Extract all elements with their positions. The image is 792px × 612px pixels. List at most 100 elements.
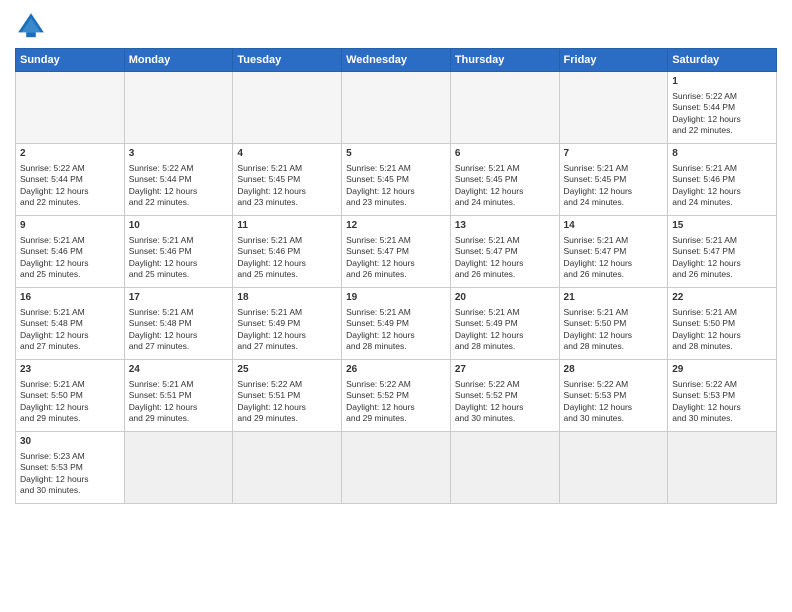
calendar-cell (342, 72, 451, 144)
day-info: Sunrise: 5:21 AM Sunset: 5:49 PM Dayligh… (346, 307, 446, 353)
logo-icon (15, 10, 47, 42)
day-number: 26 (346, 363, 446, 377)
day-number: 15 (672, 219, 772, 233)
calendar-cell: 15 Sunrise: 5:21 AM Sunset: 5:47 PM Dayli… (668, 216, 777, 288)
calendar-cell: 24 Sunrise: 5:21 AM Sunset: 5:51 PM Dayli… (124, 360, 233, 432)
calendar-cell: 17 Sunrise: 5:21 AM Sunset: 5:48 PM Dayli… (124, 288, 233, 360)
day-info: Sunrise: 5:21 AM Sunset: 5:50 PM Dayligh… (20, 379, 120, 425)
day-info: Sunrise: 5:21 AM Sunset: 5:46 PM Dayligh… (672, 163, 772, 209)
calendar-week-2: 2 Sunrise: 5:22 AM Sunset: 5:44 PM Daylig… (16, 144, 777, 216)
calendar-cell (450, 72, 559, 144)
calendar-cell (559, 432, 668, 504)
day-info: Sunrise: 5:21 AM Sunset: 5:45 PM Dayligh… (346, 163, 446, 209)
weekday-header-wednesday: Wednesday (342, 49, 451, 72)
page-header (15, 10, 777, 42)
day-info: Sunrise: 5:21 AM Sunset: 5:46 PM Dayligh… (129, 235, 229, 281)
day-info: Sunrise: 5:21 AM Sunset: 5:48 PM Dayligh… (129, 307, 229, 353)
day-info: Sunrise: 5:21 AM Sunset: 5:47 PM Dayligh… (346, 235, 446, 281)
weekday-header-sunday: Sunday (16, 49, 125, 72)
day-info: Sunrise: 5:21 AM Sunset: 5:49 PM Dayligh… (455, 307, 555, 353)
day-number: 2 (20, 147, 120, 161)
day-number: 12 (346, 219, 446, 233)
day-info: Sunrise: 5:22 AM Sunset: 5:44 PM Dayligh… (129, 163, 229, 209)
calendar-cell: 11Sunrise: 5:21 AM Sunset: 5:46 PM Dayli… (233, 216, 342, 288)
calendar-cell: 7 Sunrise: 5:21 AM Sunset: 5:45 PM Daylig… (559, 144, 668, 216)
calendar-table: SundayMondayTuesdayWednesdayThursdayFrid… (15, 48, 777, 504)
day-number: 28 (564, 363, 664, 377)
day-number: 29 (672, 363, 772, 377)
day-info: Sunrise: 5:21 AM Sunset: 5:47 PM Dayligh… (672, 235, 772, 281)
day-info: Sunrise: 5:21 AM Sunset: 5:46 PM Dayligh… (20, 235, 120, 281)
day-info: Sunrise: 5:22 AM Sunset: 5:53 PM Dayligh… (564, 379, 664, 425)
day-number: 27 (455, 363, 555, 377)
weekday-header-tuesday: Tuesday (233, 49, 342, 72)
calendar-cell: 8Sunrise: 5:21 AM Sunset: 5:46 PM Daylig… (668, 144, 777, 216)
weekday-header-saturday: Saturday (668, 49, 777, 72)
calendar-week-4: 16 Sunrise: 5:21 AM Sunset: 5:48 PM Dayli… (16, 288, 777, 360)
calendar-cell: 22Sunrise: 5:21 AM Sunset: 5:50 PM Dayli… (668, 288, 777, 360)
day-number: 14 (564, 219, 664, 233)
day-number: 5 (346, 147, 446, 161)
calendar-cell: 23Sunrise: 5:21 AM Sunset: 5:50 PM Dayli… (16, 360, 125, 432)
day-number: 30 (20, 435, 120, 449)
calendar-cell: 27 Sunrise: 5:22 AM Sunset: 5:52 PM Dayli… (450, 360, 559, 432)
day-number: 25 (237, 363, 337, 377)
calendar-cell (233, 72, 342, 144)
day-number: 10 (129, 219, 229, 233)
day-number: 4 (237, 147, 337, 161)
calendar-cell: 3 Sunrise: 5:22 AM Sunset: 5:44 PM Daylig… (124, 144, 233, 216)
calendar-cell (124, 72, 233, 144)
calendar-cell: 26Sunrise: 5:22 AM Sunset: 5:52 PM Dayli… (342, 360, 451, 432)
calendar-cell: 16Sunrise: 5:21 AM Sunset: 5:48 PM Dayli… (16, 288, 125, 360)
calendar-cell: 29 Sunrise: 5:22 AM Sunset: 5:53 PM Dayli… (668, 360, 777, 432)
day-info: Sunrise: 5:22 AM Sunset: 5:51 PM Dayligh… (237, 379, 337, 425)
logo (15, 10, 51, 42)
calendar-cell: 10 Sunrise: 5:21 AM Sunset: 5:46 PM Dayli… (124, 216, 233, 288)
calendar-cell: 13 Sunrise: 5:21 AM Sunset: 5:47 PM Dayli… (450, 216, 559, 288)
day-number: 20 (455, 291, 555, 305)
day-info: Sunrise: 5:21 AM Sunset: 5:51 PM Dayligh… (129, 379, 229, 425)
calendar-cell (342, 432, 451, 504)
calendar-cell: 1Sunrise: 5:22 AM Sunset: 5:44 PM Daylig… (668, 72, 777, 144)
calendar-cell: 12 Sunrise: 5:21 AM Sunset: 5:47 PM Dayli… (342, 216, 451, 288)
calendar-cell: 18Sunrise: 5:21 AM Sunset: 5:49 PM Dayli… (233, 288, 342, 360)
day-info: Sunrise: 5:21 AM Sunset: 5:50 PM Dayligh… (564, 307, 664, 353)
weekday-header-monday: Monday (124, 49, 233, 72)
calendar-week-1: 1Sunrise: 5:22 AM Sunset: 5:44 PM Daylig… (16, 72, 777, 144)
day-info: Sunrise: 5:21 AM Sunset: 5:46 PM Dayligh… (237, 235, 337, 281)
day-number: 3 (129, 147, 229, 161)
day-info: Sunrise: 5:21 AM Sunset: 5:45 PM Dayligh… (455, 163, 555, 209)
day-number: 7 (564, 147, 664, 161)
calendar-cell (233, 432, 342, 504)
day-number: 19 (346, 291, 446, 305)
calendar-cell: 9 Sunrise: 5:21 AM Sunset: 5:46 PM Daylig… (16, 216, 125, 288)
calendar-cell: 5 Sunrise: 5:21 AM Sunset: 5:45 PM Daylig… (342, 144, 451, 216)
day-number: 6 (455, 147, 555, 161)
day-number: 9 (20, 219, 120, 233)
day-info: Sunrise: 5:22 AM Sunset: 5:52 PM Dayligh… (455, 379, 555, 425)
day-number: 17 (129, 291, 229, 305)
calendar-cell: 30Sunrise: 5:23 AM Sunset: 5:53 PM Dayli… (16, 432, 125, 504)
weekday-header-friday: Friday (559, 49, 668, 72)
day-info: Sunrise: 5:21 AM Sunset: 5:47 PM Dayligh… (455, 235, 555, 281)
day-info: Sunrise: 5:22 AM Sunset: 5:44 PM Dayligh… (20, 163, 120, 209)
day-info: Sunrise: 5:21 AM Sunset: 5:47 PM Dayligh… (564, 235, 664, 281)
calendar-cell: 20 Sunrise: 5:21 AM Sunset: 5:49 PM Dayli… (450, 288, 559, 360)
day-info: Sunrise: 5:21 AM Sunset: 5:50 PM Dayligh… (672, 307, 772, 353)
day-number: 24 (129, 363, 229, 377)
calendar-body: 1Sunrise: 5:22 AM Sunset: 5:44 PM Daylig… (16, 72, 777, 504)
day-number: 16 (20, 291, 120, 305)
weekday-header-thursday: Thursday (450, 49, 559, 72)
calendar-cell: 28 Sunrise: 5:22 AM Sunset: 5:53 PM Dayli… (559, 360, 668, 432)
calendar-week-6: 30Sunrise: 5:23 AM Sunset: 5:53 PM Dayli… (16, 432, 777, 504)
day-info: Sunrise: 5:21 AM Sunset: 5:45 PM Dayligh… (237, 163, 337, 209)
calendar-cell (668, 432, 777, 504)
day-info: Sunrise: 5:21 AM Sunset: 5:45 PM Dayligh… (564, 163, 664, 209)
calendar-week-5: 23Sunrise: 5:21 AM Sunset: 5:50 PM Dayli… (16, 360, 777, 432)
day-info: Sunrise: 5:22 AM Sunset: 5:44 PM Dayligh… (672, 91, 772, 137)
calendar-cell: 19 Sunrise: 5:21 AM Sunset: 5:49 PM Dayli… (342, 288, 451, 360)
calendar-week-3: 9 Sunrise: 5:21 AM Sunset: 5:46 PM Daylig… (16, 216, 777, 288)
day-number: 13 (455, 219, 555, 233)
day-info: Sunrise: 5:21 AM Sunset: 5:49 PM Dayligh… (237, 307, 337, 353)
day-info: Sunrise: 5:22 AM Sunset: 5:53 PM Dayligh… (672, 379, 772, 425)
